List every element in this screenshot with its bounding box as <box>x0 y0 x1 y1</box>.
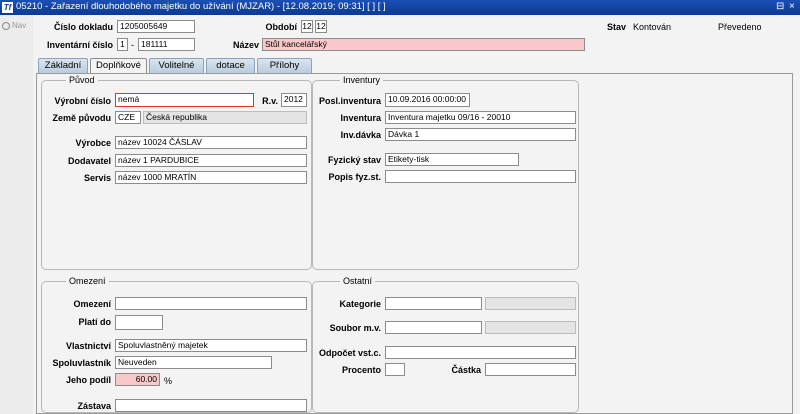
rv-label: R.v. <box>262 96 278 106</box>
vlastnictvi-field[interactable]: Spoluvlastněný majetek <box>115 339 307 352</box>
fyzicky-stav-label: Fyzický stav <box>327 155 381 165</box>
window-title: 05210 - Zařazení dlouhodobého majetku do… <box>16 1 386 12</box>
zeme-puvodu-label: Země původu <box>52 113 111 123</box>
spoluvlastnik-field[interactable]: Neuveden <box>115 356 272 369</box>
zastava-field[interactable] <box>115 399 307 412</box>
nav-icon[interactable] <box>2 22 10 30</box>
posl-inventura-label: Posl.inventura <box>318 96 381 106</box>
stav-extra: Převedeno <box>718 22 762 32</box>
group-inventury-title: Inventury <box>340 75 384 85</box>
omezeni-label: Omezení <box>73 299 111 309</box>
group-puvod: Původ Výrobní číslo nemá R.v. 2012 Země … <box>41 75 312 270</box>
group-inventury: Inventury Posl.inventura 10.09.2016 00:0… <box>312 75 579 270</box>
plati-do-label: Platí do <box>78 317 111 327</box>
restore-icon[interactable]: ⊟ <box>776 1 784 13</box>
tab-panel: Původ Výrobní číslo nemá R.v. 2012 Země … <box>36 73 793 414</box>
jeho-podil-label: Jeho podíl <box>66 375 111 385</box>
vyrobni-cislo-field[interactable]: nemá <box>115 93 254 107</box>
posl-inventura-field[interactable]: 10.09.2016 00:00:00 <box>385 93 470 107</box>
kategorie-desc-field <box>485 297 576 310</box>
zeme-name-field: Česká republika <box>143 111 307 124</box>
servis-field[interactable]: název 1000 MRATÍN <box>115 171 307 184</box>
inventura-label: Inventura <box>340 113 381 123</box>
nav-label[interactable]: Nav <box>12 21 26 30</box>
obdobi-field-b[interactable]: 12 <box>315 20 327 33</box>
inv-davka-label: Inv.dávka <box>340 130 381 140</box>
tab-zakladni[interactable]: Základní <box>38 58 88 73</box>
group-omezeni-title: Omezení <box>66 276 109 286</box>
inventarni-cislo-label: Inventární číslo <box>46 40 113 50</box>
inv-cislo-field-a[interactable]: 1 <box>117 38 128 51</box>
procento-field[interactable] <box>385 363 405 376</box>
zastava-label: Zástava <box>77 401 111 411</box>
soubor-mv-field[interactable] <box>385 321 482 334</box>
castka-label: Částka <box>451 365 481 375</box>
tab-volitelne[interactable]: Volitelné <box>149 58 204 73</box>
group-puvod-title: Původ <box>66 75 98 85</box>
tab-prilohy[interactable]: Přílohy <box>257 58 312 73</box>
obdobi-label: Období <box>265 22 298 32</box>
inv-davka-field[interactable]: Dávka 1 <box>385 128 576 141</box>
left-nav: Nav <box>0 15 33 414</box>
obdobi-field-a[interactable]: 12 <box>301 20 313 33</box>
odpocet-field[interactable] <box>385 346 576 359</box>
main-area: Číslo dokladu 1205005649 Období 12 12 St… <box>33 15 800 414</box>
cislo-dokladu-label: Číslo dokladu <box>53 22 113 32</box>
vlastnictvi-label: Vlastnictví <box>65 341 111 351</box>
tab-dotace[interactable]: dotace <box>206 58 255 73</box>
group-ostatni-title: Ostatní <box>340 276 376 286</box>
cislo-dokladu-field[interactable]: 1205005649 <box>117 20 195 33</box>
popis-fyz-st-field[interactable] <box>385 170 576 183</box>
nazev-label: Název <box>232 40 259 50</box>
stav-label: Stav <box>607 22 627 32</box>
group-ostatni: Ostatní Kategorie Soubor m.v. Odpočet vs… <box>312 276 579 413</box>
nazev-field[interactable]: Stůl kancelářský <box>262 38 585 51</box>
vyrobce-label: Výrobce <box>75 138 111 148</box>
soubor-mv-label: Soubor m.v. <box>329 323 381 333</box>
inv-cislo-field-b[interactable]: 181111 <box>138 38 195 51</box>
spoluvlastnik-label: Spoluvlastník <box>52 358 111 368</box>
jeho-podil-unit: % <box>164 376 173 386</box>
jeho-podil-field[interactable]: 60.00 <box>115 373 160 386</box>
plati-do-field[interactable] <box>115 315 163 330</box>
rv-field[interactable]: 2012 <box>281 93 307 107</box>
odpocet-label: Odpočet vst.c. <box>318 348 381 358</box>
inv-cislo-separator: - <box>131 40 134 50</box>
kategorie-label: Kategorie <box>339 299 381 309</box>
app-icon: Tf <box>2 2 13 13</box>
procento-label: Procento <box>341 365 381 375</box>
title-bar: Tf 05210 - Zařazení dlouhodobého majetku… <box>0 0 800 15</box>
omezeni-field[interactable] <box>115 297 307 310</box>
zeme-code-field[interactable]: CZE <box>115 111 141 124</box>
tab-doplnkove[interactable]: Doplňkové <box>90 58 147 74</box>
close-icon[interactable]: × <box>789 1 795 13</box>
kategorie-field[interactable] <box>385 297 482 310</box>
servis-label: Servis <box>83 173 111 183</box>
vyrobce-field[interactable]: název 10024 ČÁSLAV <box>115 136 307 149</box>
stav-value: Kontován <box>633 22 672 32</box>
inventura-field[interactable]: Inventura majetku 09/16 - 20010 <box>385 111 576 124</box>
group-omezeni: Omezení Omezení Platí do Vlastnictví Spo… <box>41 276 312 413</box>
dodavatel-label: Dodavatel <box>67 156 111 166</box>
castka-field[interactable] <box>485 363 576 376</box>
soubor-mv-desc-field <box>485 321 576 334</box>
vyrobni-cislo-label: Výrobní číslo <box>54 96 111 106</box>
dodavatel-field[interactable]: název 1 PARDUBICE <box>115 154 307 167</box>
popis-fyz-st-label: Popis fyz.st. <box>328 172 381 182</box>
fyzicky-stav-field[interactable]: Etikety-tisk <box>385 153 519 166</box>
